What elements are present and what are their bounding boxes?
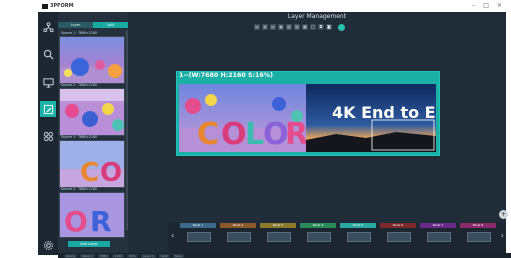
svg-text:O: O: [64, 205, 88, 237]
bank-name: Bank 2: [220, 223, 256, 228]
bank-name: Bank 5: [340, 223, 376, 228]
layer-item[interactable]: Source 2 · 7680×2160: [59, 82, 125, 136]
bank-thumbnail: [467, 232, 491, 242]
settings-gear-icon[interactable]: [40, 237, 56, 253]
bank-tile[interactable]: Bank 5: [340, 223, 376, 253]
bank-name: Bank 4: [300, 223, 336, 228]
status-item: Save: [172, 253, 184, 258]
layer-window-1[interactable]: C O L O R: [179, 84, 306, 152]
maximize-button[interactable]: □: [483, 2, 489, 9]
align-right-icon[interactable]: ▤: [270, 24, 276, 30]
app-window: Layer Split Source 1 · 7680×2160 Source …: [38, 12, 511, 258]
bank-name: Bank 6: [380, 223, 416, 228]
bank-bar: ‹ Bank 1 Bank 2 Bank 3 Bank 4 Bank 5 Bank 6 Ba…: [168, 223, 506, 253]
page-title: Layer Management: [287, 13, 347, 20]
layer-panel: Layer Split Source 1 · 7680×2160 Source …: [58, 12, 128, 255]
status-item: 16%: [127, 253, 138, 258]
work-area: Layer Management ▤ ▥ ▤ ▦ ▧ ▨ ▩ □ ◘ ◙ 1--…: [58, 12, 511, 258]
bank-thumbnail: [227, 232, 251, 242]
bank-next-button[interactable]: ›: [501, 231, 504, 240]
panel-tabs: Layer Split: [58, 22, 128, 28]
search-icon[interactable]: [40, 46, 56, 62]
bank-tile[interactable]: Bank 8: [460, 223, 496, 253]
bank-thumbnail: [267, 232, 291, 242]
bank-tile[interactable]: Bank 4: [300, 223, 336, 253]
left-toolbar: [38, 12, 58, 255]
grid-icon[interactable]: [40, 128, 56, 144]
svg-text:L: L: [245, 117, 264, 152]
unlock-icon[interactable]: ◙: [326, 24, 332, 30]
svg-text:R: R: [90, 205, 112, 237]
bank-thumbnail: [387, 232, 411, 242]
layer-thumbnail: O R: [59, 192, 125, 238]
screen-canvas[interactable]: 1--(W:7680 H:2160 S:16%) C O L O R 4K En…: [176, 71, 440, 156]
bank-thumbnail: [347, 232, 371, 242]
bank-name: Bank 7: [420, 223, 456, 228]
bank-thumbnail: [427, 232, 451, 242]
layer-thumbnail: C O: [59, 140, 125, 188]
status-item: Bank 1: [80, 253, 95, 258]
bank-name: Bank 3: [260, 223, 296, 228]
bank-thumbnail: [187, 232, 211, 242]
layer-item[interactable]: Source 1 · 7680×2160: [59, 30, 125, 84]
overlay-text-4k: 4K End to End: [332, 103, 436, 122]
tab-split[interactable]: Split: [93, 22, 128, 28]
app-logo: 3PFORM: [42, 3, 74, 9]
align-bottom-icon[interactable]: ▨: [294, 24, 300, 30]
screen-label: 1--(W:7680 H:2160 S:16%): [179, 72, 273, 79]
status-item: 7680: [97, 253, 110, 258]
layer-thumbnail: [59, 36, 125, 84]
align-middle-icon[interactable]: ▧: [286, 24, 292, 30]
layer-edit-icon[interactable]: [40, 101, 56, 117]
bank-tile[interactable]: Bank 3: [260, 223, 296, 253]
status-item: Split: [158, 253, 170, 258]
layer-thumbnail: [59, 88, 125, 136]
bank-thumbnail: [307, 232, 331, 242]
zoom-in-button[interactable]: +: [499, 210, 508, 219]
bank-tile[interactable]: Bank 1: [180, 223, 216, 253]
svg-text:O: O: [221, 117, 247, 152]
fit-icon[interactable]: □: [310, 24, 316, 30]
network-icon[interactable]: [40, 19, 56, 35]
svg-text:R: R: [285, 117, 306, 152]
lock-icon[interactable]: ◘: [318, 24, 324, 30]
align-left-icon[interactable]: ▤: [254, 24, 260, 30]
layer-item[interactable]: Source 4 · 7680×2160 O R: [59, 186, 125, 238]
align-center-icon[interactable]: ▥: [262, 24, 268, 30]
status-item: Layer 1: [140, 253, 156, 258]
layer-window-2[interactable]: 4K End to End: [306, 84, 436, 152]
brand-name: 3PFORM: [50, 3, 74, 9]
close-button[interactable]: ×: [497, 2, 502, 9]
bank-name: Bank 8: [460, 223, 496, 228]
svg-text:C: C: [197, 117, 219, 152]
alignment-toolbar: ▤ ▥ ▤ ▦ ▧ ▨ ▩ □ ◘ ◙: [254, 22, 345, 32]
layer-item[interactable]: Source 3 · 7680×2160 C O: [59, 134, 125, 188]
bank-tile[interactable]: Bank 6: [380, 223, 416, 253]
status-dot-icon[interactable]: [338, 23, 345, 31]
tab-layer[interactable]: Layer: [58, 22, 93, 28]
svg-text:C: C: [80, 158, 99, 187]
align-top-icon[interactable]: ▦: [278, 24, 284, 30]
distribute-icon[interactable]: ▩: [302, 24, 308, 30]
svg-text:O: O: [100, 158, 122, 187]
bank-tile[interactable]: Bank 7: [420, 223, 456, 253]
window-controls: – □ ×: [472, 2, 502, 9]
status-item: 2160: [112, 253, 125, 258]
logo-mark-icon: [42, 3, 48, 9]
add-layer-button[interactable]: Add Layer: [68, 241, 110, 247]
minimize-button[interactable]: –: [472, 2, 475, 9]
window-titlebar: 3PFORM – □ ×: [38, 0, 506, 12]
status-bar: Ready Bank 1 7680 2160 16% Layer 1 Split…: [58, 253, 511, 258]
bank-name: Bank 1: [180, 223, 216, 228]
bank-prev-button[interactable]: ‹: [171, 231, 174, 240]
bank-tile[interactable]: Bank 2: [220, 223, 256, 253]
status-item: Ready: [64, 253, 78, 258]
monitor-icon[interactable]: [40, 74, 56, 90]
